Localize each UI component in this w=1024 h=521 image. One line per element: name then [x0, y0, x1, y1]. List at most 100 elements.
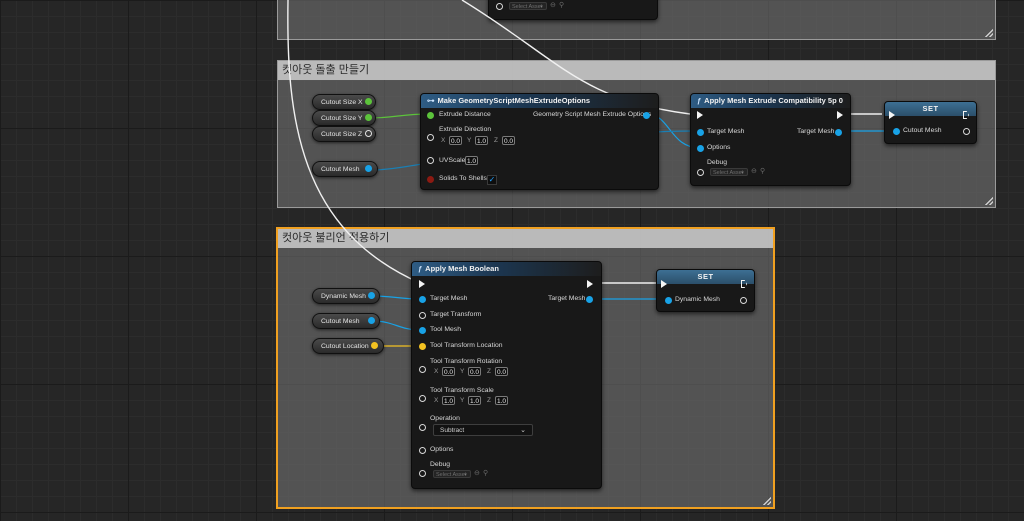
var-label: Cutout Mesh	[321, 318, 360, 325]
tool-transform-location-label: Tool Transform Location	[430, 342, 503, 349]
object-pin[interactable]	[368, 292, 375, 299]
tool-transform-rotation-label: Tool Transform Rotation	[430, 358, 503, 365]
float-pin[interactable]	[365, 98, 372, 105]
axis-y-label: Y	[467, 137, 472, 144]
var-label: Cutout Location	[321, 343, 369, 350]
chevron-down-icon: ⌄	[739, 169, 745, 175]
extrude-distance-pin[interactable]	[427, 112, 434, 119]
var-label: Cutout Size X	[321, 99, 363, 106]
options-label: Options	[707, 144, 731, 151]
tool-mesh-pin[interactable]	[419, 327, 426, 334]
extrude-direction-label: Extrude Direction	[439, 126, 492, 133]
exec-in-pin[interactable]	[697, 111, 703, 119]
object-pin[interactable]	[368, 317, 375, 324]
node-apply-mesh-boolean[interactable]: ƒ Apply Mesh Boolean Target Mesh Target T…	[411, 261, 602, 489]
rotation-z-field[interactable]: 0.0	[495, 367, 508, 376]
operation-dropdown[interactable]: Subtract ⌄	[433, 424, 533, 436]
node-make-extrude-options[interactable]: ⊶ Make GeometryScriptMeshExtrudeOptions E…	[420, 93, 659, 190]
extrude-direction-pin[interactable]	[427, 134, 434, 141]
reset-icon[interactable]: ⊖	[474, 469, 480, 477]
axis-x-label: X	[434, 368, 439, 375]
var-cutout-mesh[interactable]: Cutout Mesh	[312, 161, 378, 177]
node-title-bar[interactable]: ƒ Apply Mesh Extrude Compatibility 5p 0	[691, 94, 850, 108]
tool-mesh-label: Tool Mesh	[430, 326, 461, 333]
extrude-distance-label: Extrude Distance	[439, 111, 491, 118]
asset-picker[interactable]: Select Asset ⌄	[710, 168, 748, 176]
node-set-cutout-mesh[interactable]: SET Cutout Mesh	[884, 101, 977, 144]
node-set-dynamic-mesh[interactable]: SET Dynamic Mesh	[656, 269, 755, 312]
options-pin[interactable]	[419, 447, 426, 454]
exec-in-pin[interactable]	[889, 111, 895, 119]
axis-x-label: X	[434, 397, 439, 404]
var-cutout-mesh-2[interactable]: Cutout Mesh	[312, 313, 380, 329]
dynamic-mesh-in-pin[interactable]	[665, 297, 672, 304]
axis-x-label: X	[441, 137, 446, 144]
axis-y-label: Y	[460, 397, 465, 404]
object-pin[interactable]	[365, 165, 372, 172]
axis-z-label: Z	[494, 137, 498, 144]
make-struct-icon: ⊶	[427, 96, 435, 105]
float-pin[interactable]	[365, 114, 372, 121]
exec-out-pin[interactable]	[587, 280, 593, 288]
extrude-options-output-label: Geometry Script Mesh Extrude Options	[533, 111, 652, 118]
var-label: Cutout Size Z	[321, 131, 363, 138]
dynamic-mesh-out-pin[interactable]	[740, 297, 747, 304]
target-mesh-in-pin[interactable]	[697, 129, 704, 136]
var-cutout-size-x[interactable]: Cutout Size X	[312, 94, 376, 110]
node-title-bar[interactable]: SET	[885, 102, 976, 116]
debug-pin[interactable]	[697, 169, 704, 176]
cutout-mesh-out-pin[interactable]	[963, 128, 970, 135]
var-cutout-size-z[interactable]: Cutout Size Z	[312, 126, 376, 142]
uvscale-field[interactable]: 1.0	[465, 156, 478, 165]
vector-pin[interactable]	[371, 342, 378, 349]
node-title: Apply Mesh Boolean	[425, 264, 499, 273]
extrude-dir-x-field[interactable]: 0.0	[449, 136, 462, 145]
exec-in-pin[interactable]	[419, 280, 425, 288]
reset-icon[interactable]: ⊖	[751, 167, 757, 175]
target-mesh-in-label: Target Mesh	[707, 128, 745, 135]
debug-label: Debug	[707, 159, 728, 166]
solids-to-shells-checkbox[interactable]: ✓	[487, 175, 497, 185]
scale-x-field[interactable]: 1.0	[442, 396, 455, 405]
extrude-dir-z-field[interactable]: 0.0	[502, 136, 515, 145]
node-title-bar[interactable]: ƒ Apply Mesh Boolean	[412, 262, 601, 276]
solids-to-shells-pin[interactable]	[427, 176, 434, 183]
target-mesh-in-pin[interactable]	[419, 296, 426, 303]
node-title-bar[interactable]: ⊶ Make GeometryScriptMeshExtrudeOptions	[421, 94, 658, 108]
options-pin[interactable]	[697, 145, 704, 152]
function-icon: ƒ	[697, 96, 702, 105]
target-mesh-in-label: Target Mesh	[430, 295, 468, 302]
debug-pin[interactable]	[419, 470, 426, 477]
cutout-mesh-in-pin[interactable]	[893, 128, 900, 135]
asset-placeholder: Select Asset	[713, 170, 744, 176]
var-cutout-size-y[interactable]: Cutout Size Y	[312, 110, 376, 126]
exec-out-pin[interactable]	[837, 111, 843, 119]
search-icon[interactable]: ⚲	[483, 469, 488, 477]
asset-picker[interactable]: Select Asset ⌄	[433, 470, 471, 478]
node-apply-mesh-extrude[interactable]: ƒ Apply Mesh Extrude Compatibility 5p 0 T…	[690, 93, 851, 186]
exec-in-pin[interactable]	[661, 280, 667, 288]
scale-y-field[interactable]: 1.0	[468, 396, 481, 405]
operation-pin[interactable]	[419, 424, 426, 431]
target-transform-pin[interactable]	[419, 312, 426, 319]
tool-transform-rotation-pin[interactable]	[419, 366, 426, 373]
scale-z-field[interactable]: 1.0	[495, 396, 508, 405]
dynamic-mesh-label: Dynamic Mesh	[675, 296, 720, 303]
cutout-mesh-label: Cutout Mesh	[903, 127, 942, 134]
axis-y-label: Y	[460, 368, 465, 375]
float-pin[interactable]	[365, 130, 372, 137]
extrude-options-output-pin[interactable]	[643, 112, 650, 119]
var-dynamic-mesh[interactable]: Dynamic Mesh	[312, 288, 380, 304]
var-label: Cutout Mesh	[321, 166, 360, 173]
tool-transform-scale-pin[interactable]	[419, 395, 426, 402]
uvscale-pin[interactable]	[427, 157, 434, 164]
tool-transform-location-pin[interactable]	[419, 343, 426, 350]
node-title-bar[interactable]: SET	[657, 270, 754, 284]
search-icon[interactable]: ⚲	[760, 167, 765, 175]
extrude-dir-y-field[interactable]: 1.0	[475, 136, 488, 145]
rotation-x-field[interactable]: 0.0	[442, 367, 455, 376]
target-mesh-out-pin[interactable]	[835, 129, 842, 136]
rotation-y-field[interactable]: 0.0	[468, 367, 481, 376]
var-cutout-location[interactable]: Cutout Location	[312, 338, 384, 354]
target-mesh-out-pin[interactable]	[586, 296, 593, 303]
